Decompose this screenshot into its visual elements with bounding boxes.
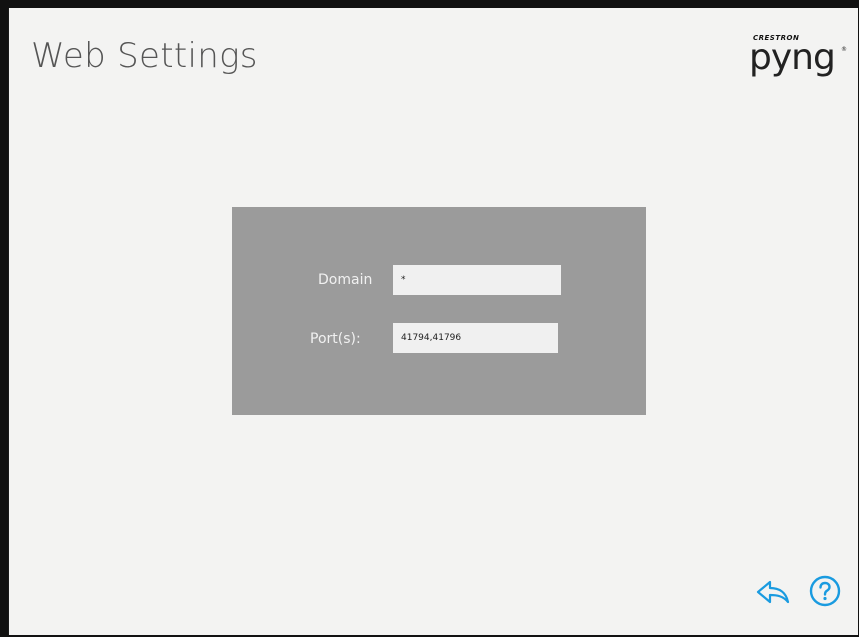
question-circle-icon [809,575,841,607]
ports-row: Port(s): 41794,41796 [232,323,646,355]
back-arrow-icon [756,580,790,604]
app-screen: Web Settings CRESTRON pyng ® Domain * Po… [8,8,858,635]
ports-label: Port(s): [310,331,361,347]
ports-input[interactable]: 41794,41796 [393,323,558,353]
page-title: Web Settings [31,36,258,76]
logo-main-text: pyng [749,37,836,78]
domain-input[interactable]: * [393,265,561,295]
help-button[interactable] [809,575,841,607]
domain-label: Domain [318,272,373,288]
web-settings-panel: Domain * Port(s): 41794,41796 [232,207,646,415]
domain-row: Domain * [232,265,646,297]
logo-registered-mark: ® [841,46,847,53]
crestron-pyng-logo: CRESTRON pyng ® [749,34,849,84]
back-button[interactable] [755,578,791,606]
